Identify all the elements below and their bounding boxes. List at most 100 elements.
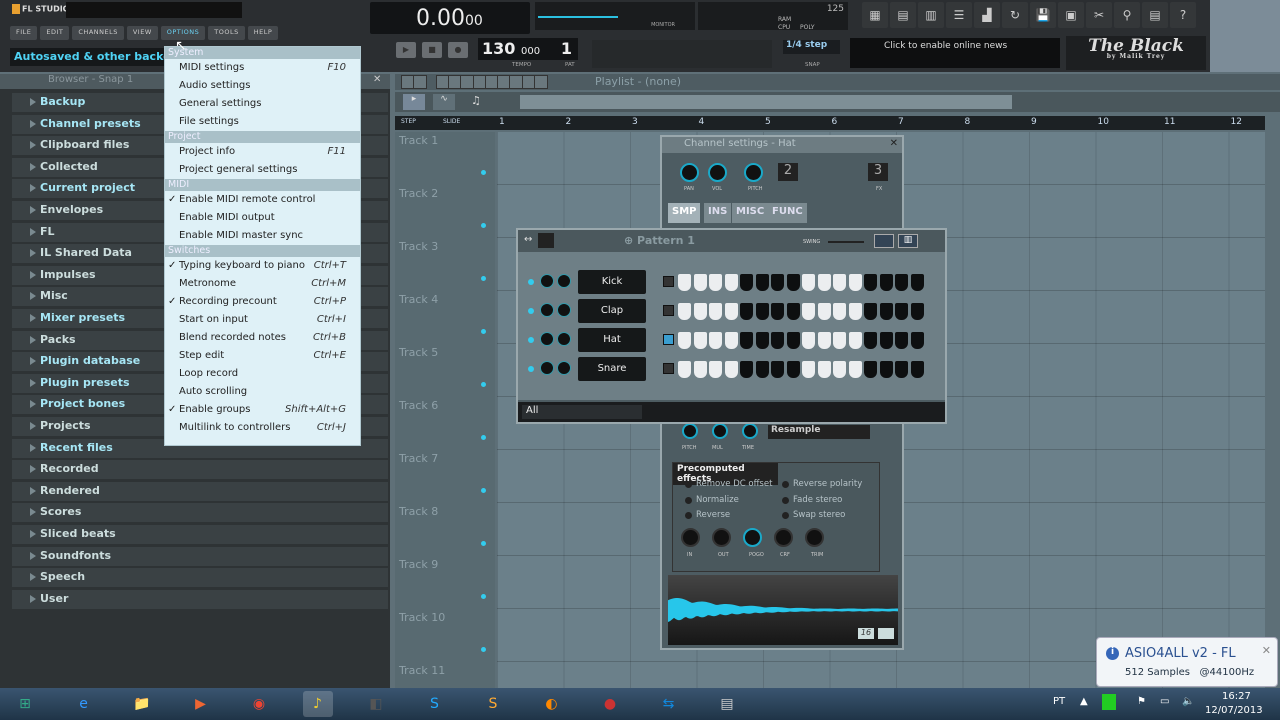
time-display[interactable]: 0.0000 bbox=[370, 2, 530, 34]
close-icon[interactable]: ✕ bbox=[890, 138, 898, 149]
step-button[interactable] bbox=[879, 332, 893, 349]
menu-channels[interactable]: CHANNELS bbox=[72, 26, 124, 40]
tool-icon[interactable] bbox=[538, 233, 554, 248]
step-button[interactable] bbox=[802, 303, 815, 320]
step-button[interactable] bbox=[817, 303, 831, 320]
playlist-icon[interactable]: ▦ bbox=[862, 2, 888, 28]
effect-option[interactable]: Normalize bbox=[685, 495, 739, 505]
step-button[interactable] bbox=[786, 303, 800, 320]
vol-knob[interactable] bbox=[708, 163, 727, 182]
show-hidden-icons[interactable]: ▲ bbox=[1080, 696, 1088, 707]
menu-tools[interactable]: TOOLS bbox=[208, 26, 245, 40]
swing-slider[interactable] bbox=[828, 241, 864, 243]
track-label[interactable]: Track 11 bbox=[399, 664, 445, 677]
step-button[interactable] bbox=[895, 303, 908, 320]
step-button[interactable] bbox=[833, 361, 846, 378]
step-button[interactable] bbox=[678, 361, 691, 378]
step-button[interactable] bbox=[771, 361, 784, 378]
chrome-icon[interactable]: ◉ bbox=[244, 691, 274, 717]
track-label[interactable]: Track 3 bbox=[399, 240, 438, 253]
track-mute-led[interactable] bbox=[481, 488, 486, 493]
mouse-icon[interactable]: ● bbox=[595, 691, 625, 717]
effect-option[interactable]: Reverse bbox=[684, 510, 730, 520]
menu-item[interactable]: Blend recorded notes Ctrl+B bbox=[165, 329, 360, 347]
snap-select[interactable]: 1/4 step bbox=[783, 40, 840, 54]
channel-led[interactable] bbox=[528, 366, 534, 372]
channel-settings-titlebar[interactable]: Channel settings - Hat ✕ bbox=[662, 137, 902, 153]
news-panel[interactable]: Click to enable online news bbox=[850, 38, 1060, 68]
channel-pan-knob[interactable] bbox=[540, 332, 554, 346]
step-button[interactable] bbox=[833, 303, 846, 320]
step-button[interactable] bbox=[786, 274, 800, 291]
menu-item[interactable]: ✓ Enable MIDI remote control bbox=[165, 191, 360, 209]
menu-item[interactable]: ✓ Recording precount Ctrl+P bbox=[165, 293, 360, 311]
wave-badge[interactable]: 16 bbox=[858, 628, 874, 639]
menu-item[interactable]: MIDI settings F10 bbox=[165, 59, 360, 77]
mixer-icon[interactable]: ▟ bbox=[974, 2, 1000, 28]
menu-item[interactable]: Metronome Ctrl+M bbox=[165, 275, 360, 293]
notepad-icon[interactable]: ▤ bbox=[712, 691, 742, 717]
step-button[interactable] bbox=[802, 361, 815, 378]
magnet-icon[interactable] bbox=[413, 75, 428, 89]
step-button[interactable] bbox=[817, 274, 831, 291]
record-options-panel[interactable] bbox=[592, 40, 772, 68]
track-mute-led[interactable] bbox=[481, 541, 486, 546]
game-icon[interactable]: ◧ bbox=[361, 691, 391, 717]
step-button[interactable] bbox=[848, 361, 862, 378]
record-mic-icon[interactable]: ⚲ bbox=[1114, 2, 1140, 28]
fx-number[interactable]: 3 bbox=[868, 163, 888, 181]
step-button[interactable] bbox=[833, 332, 846, 349]
pattern-title[interactable]: ⊕ Pattern 1 bbox=[624, 234, 695, 247]
start-icon[interactable]: ⊞ bbox=[10, 691, 40, 717]
step-button[interactable] bbox=[771, 303, 784, 320]
action-center-icon[interactable]: ⚑ bbox=[1137, 696, 1146, 707]
record-button[interactable]: ● bbox=[448, 42, 468, 58]
channel-button[interactable]: Hat bbox=[578, 328, 646, 352]
out-knob[interactable] bbox=[712, 528, 731, 547]
menu-item[interactable]: Loop record bbox=[165, 365, 360, 383]
tab-ins[interactable]: INS bbox=[704, 203, 732, 223]
menu-item[interactable]: Project general settings bbox=[165, 161, 360, 179]
track-mute-led[interactable] bbox=[481, 647, 486, 652]
step-button[interactable] bbox=[910, 303, 924, 320]
mul-knob[interactable] bbox=[712, 423, 728, 439]
track-mute-led[interactable] bbox=[481, 329, 486, 334]
timeline-ruler[interactable]: STEP SLIDE 1 2 3 4 5 6 7 8 9 10 11 12 bbox=[395, 116, 1265, 130]
browser-item[interactable]: Scores bbox=[12, 503, 388, 523]
fl-studio-icon[interactable]: ♪ bbox=[302, 691, 333, 717]
track-label[interactable]: Track 10 bbox=[399, 611, 445, 624]
playback-icon[interactable] bbox=[534, 75, 548, 89]
pitch-knob[interactable] bbox=[682, 423, 698, 439]
trim-knob[interactable] bbox=[805, 528, 824, 547]
track-label[interactable]: Track 9 bbox=[399, 558, 438, 571]
pattern-number[interactable]: 1 bbox=[561, 39, 572, 58]
time-knob[interactable] bbox=[742, 423, 758, 439]
file-explorer-icon[interactable]: 📁 bbox=[127, 691, 157, 717]
step-button[interactable] bbox=[724, 274, 738, 291]
track-label[interactable]: Track 6 bbox=[399, 399, 438, 412]
media-player-icon[interactable]: ▶ bbox=[186, 691, 216, 717]
step-seq-icon[interactable]: ▤ bbox=[890, 2, 916, 28]
tempo-display[interactable]: 130 000 1 bbox=[478, 38, 578, 60]
track-mute-led[interactable] bbox=[481, 435, 486, 440]
waveform-display[interactable]: 16 bbox=[668, 575, 898, 645]
step-button[interactable] bbox=[771, 332, 784, 349]
clock-date[interactable]: 12/07/2013 bbox=[1205, 705, 1263, 716]
track-label[interactable]: Track 8 bbox=[399, 505, 438, 518]
track-mute-led[interactable] bbox=[481, 594, 486, 599]
step-button[interactable] bbox=[910, 332, 924, 349]
step-button[interactable] bbox=[786, 332, 800, 349]
internet-explorer-icon[interactable]: e bbox=[69, 691, 99, 717]
stop-button[interactable]: ■ bbox=[422, 42, 442, 58]
pattern-mode-icon[interactable]: ▸ bbox=[403, 94, 425, 110]
step-button[interactable] bbox=[895, 361, 908, 378]
channel-select-box[interactable] bbox=[663, 363, 674, 374]
channel-select-box[interactable] bbox=[663, 276, 674, 287]
menu-item[interactable]: Start on input Ctrl+I bbox=[165, 311, 360, 329]
step-button[interactable] bbox=[864, 332, 877, 349]
resample-select[interactable]: Resample bbox=[768, 425, 870, 439]
menu-item[interactable]: Project info F11 bbox=[165, 143, 360, 161]
browser-item[interactable]: Soundfonts bbox=[12, 546, 388, 566]
channel-pan-knob[interactable] bbox=[540, 274, 554, 288]
step-button[interactable] bbox=[709, 303, 722, 320]
